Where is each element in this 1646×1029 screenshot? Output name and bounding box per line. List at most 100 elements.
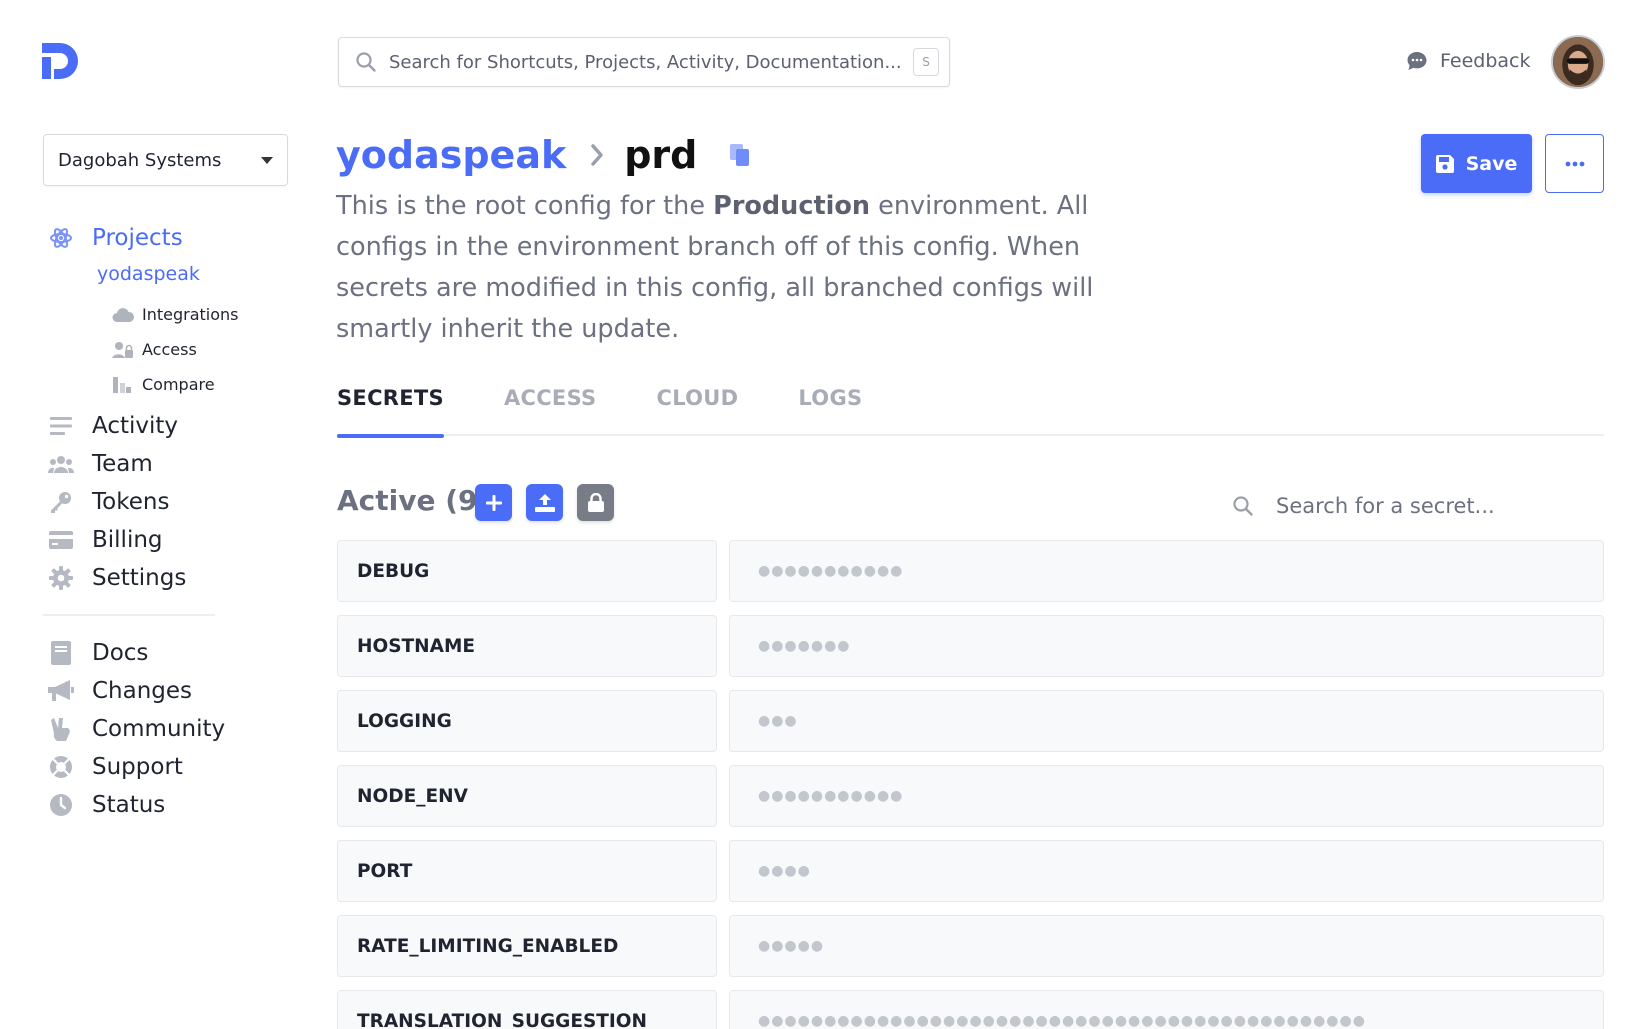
copy-icon[interactable]: [729, 143, 751, 167]
chevron-right-icon: [591, 144, 603, 166]
sidebar-item-label: Integrations: [142, 305, 239, 324]
secret-name-field[interactable]: LOGGING: [337, 690, 717, 752]
sidebar-item-label: Projects: [92, 225, 183, 251]
clock-icon: [48, 792, 74, 818]
secret-search[interactable]: [1232, 488, 1604, 524]
doppler-logo[interactable]: [42, 43, 80, 79]
description-environment: Production: [713, 191, 871, 221]
page-title: prd: [624, 133, 698, 177]
sidebar-item-compare[interactable]: Compare: [112, 367, 239, 402]
comment-icon: [1407, 52, 1427, 70]
sidebar-item-support[interactable]: Support: [48, 748, 225, 786]
secrets-table: DEBUG ●●●●●●●●●●● HOSTNAME ●●●●●●● LOGGI…: [337, 540, 1604, 1029]
sidebar-nav-secondary: Docs Changes Community Support Status: [48, 634, 225, 824]
secret-row: HOSTNAME ●●●●●●●: [337, 615, 1604, 677]
secret-value-field[interactable]: ●●●: [729, 690, 1604, 752]
credit-card-icon: [48, 527, 74, 553]
sidebar-item-community[interactable]: Community: [48, 710, 225, 748]
add-secret-button[interactable]: [475, 484, 512, 521]
config-tabs: SECRETS ACCESS CLOUD LOGS: [337, 380, 1604, 438]
tab-logs[interactable]: LOGS: [798, 380, 862, 436]
workplace-select[interactable]: Dagobah Systems: [43, 134, 288, 186]
global-search[interactable]: S: [338, 37, 950, 87]
breadcrumb-project-link[interactable]: yodaspeak: [336, 133, 566, 177]
secret-value-field[interactable]: ●●●●●●●●●●●●●●●●●●●●●●●●●●●●●●●●●●●●●●●●…: [729, 990, 1604, 1029]
config-description: This is the root config for the Producti…: [336, 186, 1176, 350]
atom-icon: [48, 225, 74, 251]
book-icon: [48, 640, 74, 666]
users-icon: [48, 451, 74, 477]
secret-row: RATE_LIMITING_ENABLED ●●●●●: [337, 915, 1604, 977]
secret-row: PORT ●●●●: [337, 840, 1604, 902]
sidebar-item-label: Community: [92, 716, 226, 742]
import-secrets-button[interactable]: [526, 484, 563, 521]
user-avatar[interactable]: [1551, 35, 1605, 89]
sidebar-item-label: Team: [92, 451, 153, 477]
tab-access[interactable]: ACCESS: [504, 380, 597, 436]
tab-secrets[interactable]: SECRETS: [337, 380, 444, 438]
sidebar-item-label: Docs: [92, 640, 149, 666]
sidebar-item-label: Support: [92, 754, 183, 780]
upload-icon: [534, 493, 555, 512]
compare-icon: [112, 375, 134, 395]
feedback-label: Feedback: [1440, 50, 1531, 72]
secret-value-field[interactable]: ●●●●: [729, 840, 1604, 902]
sidebar-item-projects[interactable]: Projects: [48, 219, 183, 257]
secret-row: LOGGING ●●●: [337, 690, 1604, 752]
ellipsis-icon: [1565, 161, 1584, 166]
sidebar-item-project-yodaspeak[interactable]: yodaspeak: [97, 263, 200, 285]
secret-value-field[interactable]: ●●●●●●●●●●●: [729, 540, 1604, 602]
save-button[interactable]: Save: [1421, 134, 1532, 193]
sidebar-item-billing[interactable]: Billing: [48, 521, 186, 559]
user-lock-icon: [112, 340, 134, 360]
save-label: Save: [1465, 152, 1518, 175]
secret-value-field[interactable]: ●●●●●●●●●●●: [729, 765, 1604, 827]
secret-name-field[interactable]: TRANSLATION_SUGGESTION: [337, 990, 717, 1029]
sidebar-item-activity[interactable]: Activity: [48, 407, 186, 445]
lifebuoy-icon: [48, 754, 74, 780]
more-options-button[interactable]: [1545, 134, 1604, 193]
sidebar-item-integrations[interactable]: Integrations: [112, 297, 239, 332]
breadcrumb: yodaspeak prd: [336, 130, 751, 180]
sidebar-item-label: Status: [92, 792, 166, 818]
list-icon: [48, 413, 74, 439]
description-text: This is the root config for the: [336, 191, 714, 221]
sidebar-item-label: Activity: [92, 413, 179, 439]
search-icon: [1233, 496, 1253, 516]
caret-down-icon: [261, 156, 273, 164]
sidebar-item-docs[interactable]: Docs: [48, 634, 225, 672]
tab-cloud[interactable]: CLOUD: [656, 380, 738, 436]
sidebar-item-label: Billing: [92, 527, 163, 553]
secret-row: DEBUG ●●●●●●●●●●●: [337, 540, 1604, 602]
sidebar-item-tokens[interactable]: Tokens: [48, 483, 186, 521]
project-subnav: Integrations Access Compare: [112, 297, 239, 402]
floppy-disk-icon: [1435, 154, 1454, 173]
global-search-input[interactable]: [389, 51, 913, 73]
sidebar-item-access[interactable]: Access: [112, 332, 239, 367]
secret-name-field[interactable]: DEBUG: [337, 540, 717, 602]
feedback-button[interactable]: Feedback: [1406, 46, 1530, 76]
sidebar-item-settings[interactable]: Settings: [48, 559, 186, 597]
sidebar-item-changes[interactable]: Changes: [48, 672, 225, 710]
sidebar-item-label: Changes: [92, 678, 193, 704]
secret-row: NODE_ENV ●●●●●●●●●●●: [337, 765, 1604, 827]
secret-value-field[interactable]: ●●●●●: [729, 915, 1604, 977]
lock-secrets-button[interactable]: [577, 484, 614, 521]
secret-name-field[interactable]: PORT: [337, 840, 717, 902]
secret-value-field[interactable]: ●●●●●●●: [729, 615, 1604, 677]
cloud-icon: [112, 305, 134, 325]
secret-name-field[interactable]: HOSTNAME: [337, 615, 717, 677]
gear-icon: [48, 565, 74, 591]
sidebar-item-status[interactable]: Status: [48, 786, 225, 824]
peace-hand-icon: [48, 716, 74, 742]
sidebar-nav-primary: Projects: [48, 219, 183, 257]
secret-name-field[interactable]: NODE_ENV: [337, 765, 717, 827]
avatar-image: [1553, 37, 1603, 87]
secret-search-input[interactable]: [1276, 494, 1604, 518]
key-icon: [48, 489, 74, 515]
sidebar-item-team[interactable]: Team: [48, 445, 186, 483]
sidebar-item-label: Access: [142, 340, 197, 359]
sidebar-divider: [43, 614, 215, 616]
secret-name-field[interactable]: RATE_LIMITING_ENABLED: [337, 915, 717, 977]
megaphone-icon: [48, 678, 74, 704]
